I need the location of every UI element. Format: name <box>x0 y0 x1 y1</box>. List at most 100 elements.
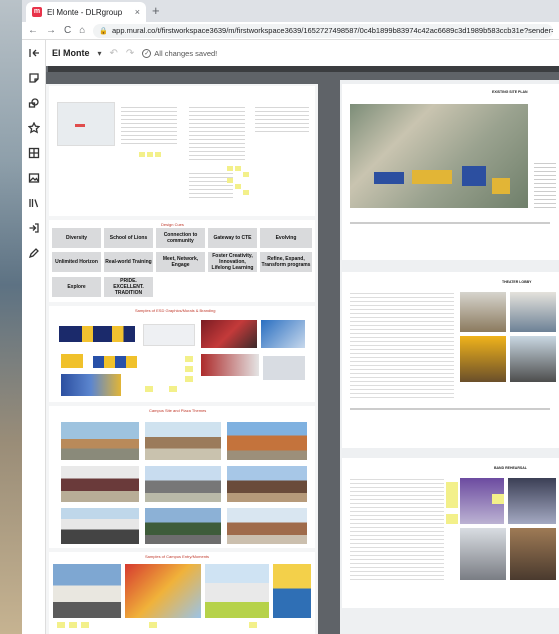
sticky-note[interactable] <box>185 356 193 362</box>
browser-tab[interactable]: m El Monte - DLRgroup × <box>26 2 146 22</box>
sticky-note[interactable] <box>155 152 161 157</box>
forward-icon[interactable]: → <box>46 25 56 36</box>
mural-image <box>59 326 135 342</box>
reload-icon[interactable]: C <box>64 25 71 36</box>
sticky-note[interactable] <box>243 190 249 195</box>
chevron-down-icon[interactable]: ▾ <box>98 49 102 58</box>
cue-card[interactable]: PRIDE. EXCELLENT. TRADITION <box>104 277 153 297</box>
mural-image <box>263 356 305 380</box>
text-block-2 <box>189 104 245 160</box>
mural-image <box>201 320 257 348</box>
library-icon[interactable] <box>27 196 41 210</box>
check-circle-icon: ✓ <box>142 48 152 58</box>
cue-card[interactable]: Explore <box>52 277 101 297</box>
campus-plaza-panel[interactable]: Campus Site and Plaza Themes <box>49 406 315 548</box>
section-title: Samples of ESD Graphics/Murals & Brandin… <box>135 308 216 313</box>
pen-icon[interactable] <box>27 246 41 260</box>
shapes-icon[interactable] <box>27 96 41 110</box>
sticky-note[interactable] <box>446 514 458 524</box>
mural-image <box>261 320 305 348</box>
mural-top-bar: El Monte ▾ ↶ ↷ ✓ All changes saved! <box>22 40 559 66</box>
cue-card[interactable]: School of Lions <box>104 228 153 248</box>
undo-icon[interactable]: ↶ <box>110 48 118 59</box>
sticky-note[interactable] <box>185 366 193 372</box>
entry-photo <box>205 564 269 618</box>
lobby-photo <box>460 336 506 382</box>
import-icon[interactable] <box>27 221 41 235</box>
sticky-note[interactable] <box>235 184 241 189</box>
sticky-note-icon[interactable] <box>27 71 41 85</box>
murals-branding-panel[interactable]: Samples of ESD Graphics/Murals & Brandin… <box>49 306 315 402</box>
sheet-title: THEATER LOBBY <box>502 280 532 284</box>
existing-site-plan-sheet[interactable]: EXISTING SITE PLAN <box>342 84 559 260</box>
cue-card[interactable]: Foster Creativity, Innovation, Lifelong … <box>208 252 257 272</box>
plan-legend <box>534 160 556 210</box>
cue-card[interactable]: Connection to community <box>156 228 205 248</box>
cue-card[interactable]: Real-world Training <box>104 252 153 272</box>
cue-card[interactable]: Refine, Expand, Transform programs <box>260 252 312 272</box>
entry-photo <box>273 564 311 618</box>
sticky-note[interactable] <box>81 622 89 628</box>
new-tab-button[interactable]: + <box>152 2 160 20</box>
sticky-note[interactable] <box>169 386 177 392</box>
sticky-note[interactable] <box>185 376 193 382</box>
section-title: Campus Site and Plaza Themes <box>149 408 207 413</box>
sticky-note[interactable] <box>139 152 145 157</box>
mural-image <box>61 354 83 368</box>
cue-card[interactable]: Diversity <box>52 228 101 248</box>
text-block-3 <box>255 104 309 134</box>
sticky-note[interactable] <box>147 152 153 157</box>
back-icon[interactable]: ← <box>28 25 38 36</box>
band-rehearsal-sheet[interactable]: BAND REHEARSAL <box>342 458 559 608</box>
collapse-icon[interactable] <box>27 46 41 60</box>
mural-favicon-icon: m <box>32 7 42 17</box>
sticky-note[interactable] <box>492 494 504 504</box>
browser-toolbar: ← → C ⌂ 🔒 app.mural.co/t/firstworkspace3… <box>22 22 559 40</box>
left-board[interactable]: Design Cues Diversity School of Lions Co… <box>46 84 318 634</box>
sticky-note[interactable] <box>446 482 458 508</box>
building-highlight <box>374 172 404 184</box>
sticky-note[interactable] <box>145 386 153 392</box>
redo-icon[interactable]: ↷ <box>126 48 134 59</box>
workspace-title[interactable]: El Monte <box>52 48 90 58</box>
star-icon[interactable] <box>27 121 41 135</box>
plaza-photo <box>61 422 139 460</box>
theater-lobby-sheet[interactable]: THEATER LOBBY <box>342 272 559 448</box>
mural-image <box>143 324 195 346</box>
title-block <box>350 408 550 410</box>
campus-entry-panel[interactable]: Samples of Campus Entry/Moments <box>49 552 315 634</box>
building-highlight <box>412 170 452 184</box>
mural-image <box>201 354 259 376</box>
overview-panel[interactable] <box>49 86 315 216</box>
cue-card[interactable]: Gateway to CTE <box>208 228 257 248</box>
home-icon[interactable]: ⌂ <box>79 25 85 36</box>
sticky-note[interactable] <box>57 622 65 628</box>
mural-canvas[interactable]: Design Cues Diversity School of Lions Co… <box>46 72 559 634</box>
sticky-note[interactable] <box>235 166 241 171</box>
save-status: ✓ All changes saved! <box>142 48 217 58</box>
design-cues-panel[interactable]: Design Cues Diversity School of Lions Co… <box>49 220 315 302</box>
campus-map-image <box>57 102 115 146</box>
cue-card[interactable]: Unlimited Horizon <box>52 252 101 272</box>
sticky-note[interactable] <box>227 178 233 183</box>
plaza-photo <box>227 422 307 460</box>
address-bar[interactable]: 🔒 app.mural.co/t/firstworkspace3639/m/fi… <box>93 23 553 38</box>
sticky-note[interactable] <box>243 172 249 177</box>
sticky-note[interactable] <box>249 622 257 628</box>
cue-card[interactable]: Evolving <box>260 228 312 248</box>
left-toolbar <box>22 40 46 634</box>
desktop-background <box>0 0 22 634</box>
frame-icon[interactable] <box>27 146 41 160</box>
tab-close-icon[interactable]: × <box>135 7 140 17</box>
sticky-note[interactable] <box>149 622 157 628</box>
plaza-photo <box>145 422 221 460</box>
sticky-note[interactable] <box>227 166 233 171</box>
right-board[interactable]: EXISTING SITE PLAN THEATER LOBBY BAND RE… <box>340 80 559 634</box>
plaza-photo <box>61 466 139 502</box>
browser-tab-bar: m El Monte - DLRgroup × + <box>22 0 559 22</box>
sticky-note[interactable] <box>69 622 77 628</box>
cue-card[interactable]: Meet, Network, Engage <box>156 252 205 272</box>
section-title: Samples of Campus Entry/Moments <box>145 554 210 559</box>
sheet-title: EXISTING SITE PLAN <box>492 90 528 94</box>
image-icon[interactable] <box>27 171 41 185</box>
